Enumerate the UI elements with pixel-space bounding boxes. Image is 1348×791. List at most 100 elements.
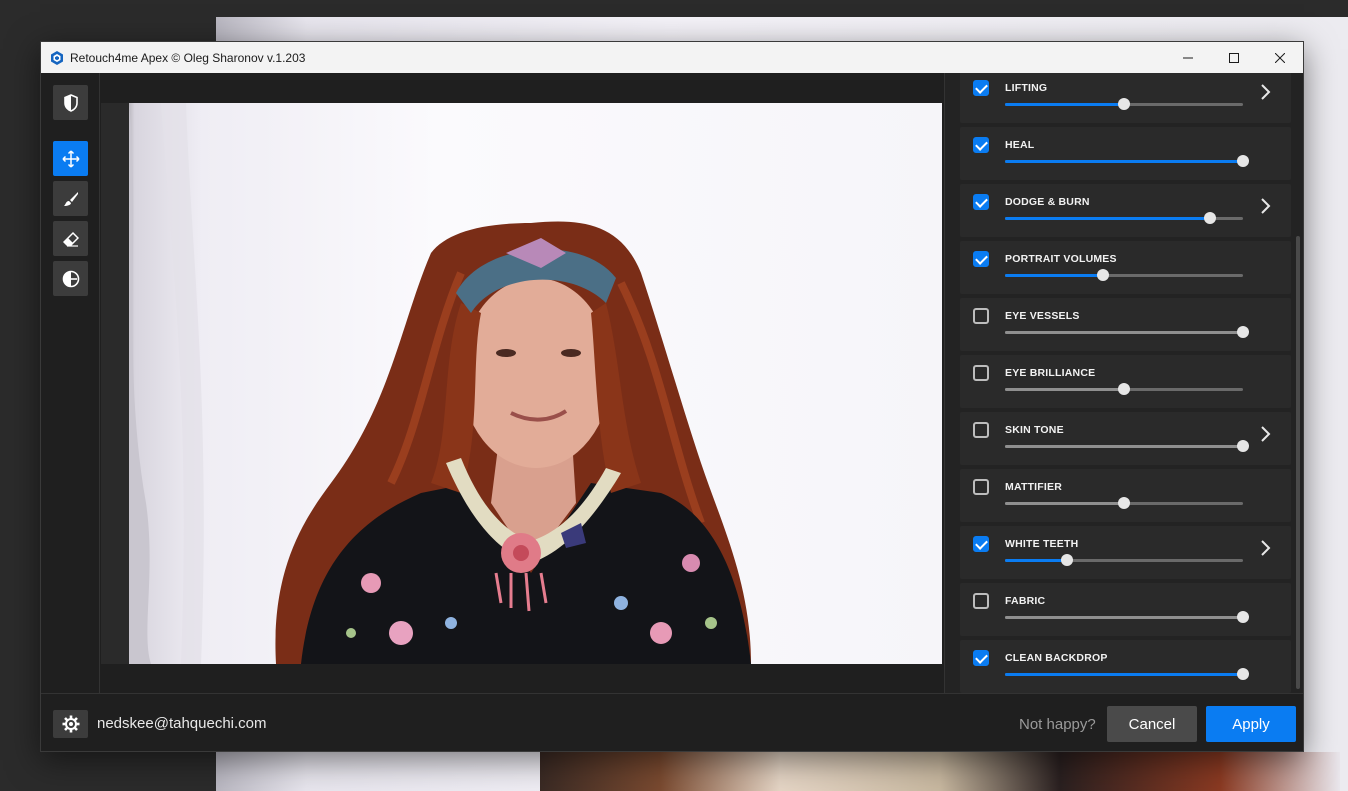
checkbox[interactable] <box>973 650 989 666</box>
checkbox[interactable] <box>973 365 989 381</box>
portrait-image <box>101 103 751 664</box>
slider-fill <box>1005 274 1103 277</box>
panel-item-label: EYE BRILLIANCE <box>1005 367 1096 379</box>
slider-fill <box>1005 673 1243 676</box>
checkbox[interactable] <box>973 308 989 324</box>
slider[interactable] <box>1005 440 1249 452</box>
slider-thumb[interactable] <box>1203 212 1216 224</box>
window-controls <box>1165 42 1303 73</box>
checkbox[interactable] <box>973 194 989 210</box>
move-tool-button[interactable] <box>53 141 88 176</box>
checkbox[interactable] <box>973 251 989 267</box>
eraser-icon <box>62 231 79 247</box>
panel-item: LIFTING <box>960 73 1291 123</box>
close-button[interactable] <box>1257 42 1303 73</box>
slider[interactable] <box>1005 326 1249 338</box>
slider-thumb[interactable] <box>1118 383 1130 395</box>
panel-item: CLEAN BACKDROP <box>960 640 1291 693</box>
panel-item-label: EYE VESSELS <box>1005 310 1080 322</box>
panel-scrollbar[interactable] <box>1296 236 1300 689</box>
slider[interactable] <box>1005 554 1243 566</box>
slider-fill <box>1005 331 1243 334</box>
slider[interactable] <box>1005 497 1243 509</box>
slider-fill <box>1005 217 1210 220</box>
slider-thumb[interactable] <box>1237 668 1249 680</box>
background-photo-strip <box>540 752 1340 791</box>
panel-item: EYE BRILLIANCE <box>960 355 1291 408</box>
slider[interactable] <box>1005 383 1243 395</box>
app-window: Retouch4me Apex © Oleg Sharonov v.1.203 <box>40 41 1304 752</box>
minimize-button[interactable] <box>1165 42 1211 73</box>
compare-icon <box>62 270 79 287</box>
checkbox[interactable] <box>973 80 989 96</box>
chevron-right-icon[interactable] <box>1259 426 1271 442</box>
brush-tool-button[interactable] <box>53 181 88 216</box>
shield-tool-button[interactable] <box>53 85 88 120</box>
slider-thumb[interactable] <box>1237 155 1249 167</box>
slider-fill <box>1005 559 1067 562</box>
slider-thumb[interactable] <box>1118 98 1130 110</box>
slider-fill <box>1005 445 1243 448</box>
checkbox[interactable] <box>973 479 989 495</box>
chevron-right-icon[interactable] <box>1259 84 1271 100</box>
chevron-right-icon[interactable] <box>1259 540 1271 556</box>
slider-thumb[interactable] <box>1237 326 1249 338</box>
panel-item-label: FABRIC <box>1005 595 1046 607</box>
panel-item: PORTRAIT VOLUMES <box>960 241 1291 294</box>
slider[interactable] <box>1005 155 1249 167</box>
slider-fill <box>1005 103 1124 106</box>
app-logo-icon <box>51 50 63 65</box>
panel-item: SKIN TONE <box>960 412 1291 465</box>
eraser-tool-button[interactable] <box>53 221 88 256</box>
checkbox[interactable] <box>973 422 989 438</box>
bottom-bar: nedskee@tahquechi.com Not happy? Cancel … <box>41 693 1303 751</box>
maximize-button[interactable] <box>1211 42 1257 73</box>
compare-tool-button[interactable] <box>53 261 88 296</box>
panel-item-label: HEAL <box>1005 139 1035 151</box>
slider-fill <box>1005 616 1243 619</box>
panel-item: HEAL <box>960 127 1291 180</box>
cancel-button[interactable]: Cancel <box>1107 706 1197 742</box>
checkbox[interactable] <box>973 593 989 609</box>
slider[interactable] <box>1005 668 1249 680</box>
slider-thumb[interactable] <box>1060 554 1073 566</box>
brush-icon <box>63 191 78 206</box>
slider-thumb[interactable] <box>1118 497 1130 509</box>
shield-icon <box>63 93 78 112</box>
panel-item-label: SKIN TONE <box>1005 424 1064 436</box>
slider-thumb[interactable] <box>1237 440 1249 452</box>
chevron-right-icon[interactable] <box>1259 198 1271 214</box>
slider[interactable] <box>1005 269 1243 281</box>
slider[interactable] <box>1005 98 1243 110</box>
panel-item: FABRIC <box>960 583 1291 636</box>
apply-button[interactable]: Apply <box>1206 706 1296 742</box>
slider[interactable] <box>1005 611 1249 623</box>
slider-fill <box>1005 502 1124 505</box>
checkbox[interactable] <box>973 137 989 153</box>
panel-item-label: DODGE & BURN <box>1005 196 1090 208</box>
panel-item: DODGE & BURN <box>960 184 1291 237</box>
panel-item-label: CLEAN BACKDROP <box>1005 652 1108 664</box>
adjustments-panel: LIFTING HEAL DODGE & BURN PORTRAIT VOLUMES E… <box>944 73 1303 693</box>
settings-button[interactable] <box>53 710 88 738</box>
panel-item-label: WHITE TEETH <box>1005 538 1079 550</box>
panel-item: WHITE TEETH <box>960 526 1291 579</box>
slider-fill <box>1005 388 1124 391</box>
move-icon <box>61 149 80 168</box>
photo-preview[interactable] <box>101 103 942 664</box>
minimize-icon <box>1183 57 1193 58</box>
panel-item: EYE VESSELS <box>960 298 1291 351</box>
panel-item-label: PORTRAIT VOLUMES <box>1005 253 1117 265</box>
canvas-area[interactable] <box>100 73 943 693</box>
not-happy-label: Not happy? <box>1019 716 1096 733</box>
slider-thumb[interactable] <box>1237 611 1249 623</box>
slider[interactable] <box>1005 212 1243 224</box>
panel-item-label: MATTIFIER <box>1005 481 1063 493</box>
title-bar: Retouch4me Apex © Oleg Sharonov v.1.203 <box>41 42 1303 73</box>
window-title: Retouch4me Apex © Oleg Sharonov v.1.203 <box>70 50 306 65</box>
gear-icon <box>62 715 79 733</box>
checkbox[interactable] <box>973 536 989 552</box>
slider-thumb[interactable] <box>1096 269 1109 281</box>
close-icon <box>1275 52 1285 63</box>
maximize-icon <box>1229 52 1239 63</box>
